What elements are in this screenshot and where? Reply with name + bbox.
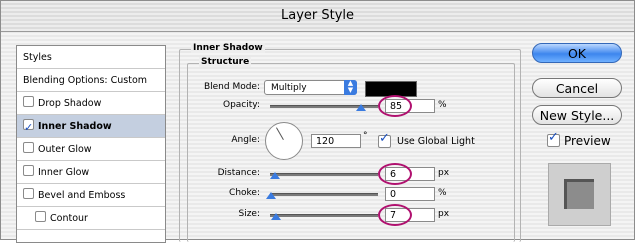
choke-unit: % (438, 188, 447, 198)
opacity-slider-thumb[interactable] (356, 104, 366, 111)
distance-label: Distance: (217, 168, 260, 178)
distance-slider-thumb[interactable] (270, 172, 280, 179)
style-item-inner-glow[interactable]: Inner Glow (17, 161, 165, 184)
distance-unit: px (438, 168, 450, 178)
style-item-bevel-emboss[interactable]: Bevel and Emboss (17, 184, 165, 207)
inner-shadow-title: Inner Shadow (191, 43, 265, 53)
angle-field[interactable]: 120 (311, 134, 361, 148)
preview-checkbox[interactable] (547, 130, 560, 147)
style-item-label: Drop Shadow (38, 98, 102, 109)
choke-label: Choke: (229, 188, 260, 198)
angle-label: Angle: (231, 135, 260, 145)
opacity-label: Opacity: (223, 100, 260, 110)
choke-slider-track[interactable] (270, 193, 378, 196)
structure-title: Structure (199, 57, 252, 67)
highlight-circle (378, 95, 412, 117)
choke-slider-thumb[interactable] (266, 192, 276, 199)
opacity-unit: % (438, 100, 447, 110)
bevel-emboss-checkbox[interactable] (23, 188, 34, 199)
style-item-outer-glow[interactable]: Outer Glow (17, 138, 165, 161)
styles-list: Styles Blending Options: Custom Drop Sha… (16, 45, 166, 243)
style-item-label: Bevel and Emboss (38, 190, 126, 201)
blend-mode-select[interactable]: Multiply ▲ ▼ (264, 80, 357, 95)
blend-mode-value: Multiply (271, 83, 307, 93)
angle-dial[interactable] (265, 122, 303, 160)
style-item-label: Outer Glow (38, 144, 92, 155)
size-slider-thumb[interactable] (271, 213, 281, 220)
size-unit: px (438, 209, 450, 219)
angle-unit: ° (363, 131, 368, 141)
size-slider-track[interactable] (270, 214, 378, 217)
drop-shadow-checkbox[interactable] (23, 96, 34, 107)
ok-button[interactable]: OK (532, 43, 622, 63)
distance-slider-track[interactable] (270, 173, 378, 176)
style-item-contour[interactable]: Contour (17, 207, 165, 230)
use-global-light-checkbox[interactable] (378, 131, 391, 148)
preview-label: Preview (564, 134, 611, 148)
preview-swatch (564, 179, 594, 209)
style-item-label: Inner Glow (38, 167, 90, 178)
layer-style-dialog: Layer Style Styles Blending Options: Cus… (0, 0, 635, 243)
style-item-label: Inner Shadow (38, 121, 112, 132)
style-item-drop-shadow[interactable]: Drop Shadow (17, 92, 165, 115)
size-label: Size: (238, 209, 260, 219)
cancel-button[interactable]: Cancel (532, 78, 622, 98)
blend-mode-label: Blend Mode: (203, 82, 260, 92)
style-preview (548, 163, 611, 226)
inner-glow-checkbox[interactable] (23, 165, 34, 176)
chevron-up-down-icon: ▲ ▼ (344, 80, 357, 95)
highlight-circle (378, 204, 412, 226)
window-title: Layer Style (1, 1, 634, 32)
new-style-button[interactable]: New Style... (532, 105, 622, 125)
use-global-light-label: Use Global Light (397, 136, 475, 147)
style-item-inner-shadow[interactable]: Inner Shadow (17, 115, 165, 139)
blending-options-item[interactable]: Blending Options: Custom (17, 69, 165, 92)
style-item-label: Contour (50, 213, 88, 224)
contour-checkbox[interactable] (35, 211, 46, 222)
outer-glow-checkbox[interactable] (23, 142, 34, 153)
choke-field[interactable]: 0 (385, 187, 435, 201)
highlight-circle (378, 163, 412, 185)
styles-header[interactable]: Styles (17, 46, 165, 69)
inner-shadow-checkbox[interactable] (23, 116, 34, 139)
